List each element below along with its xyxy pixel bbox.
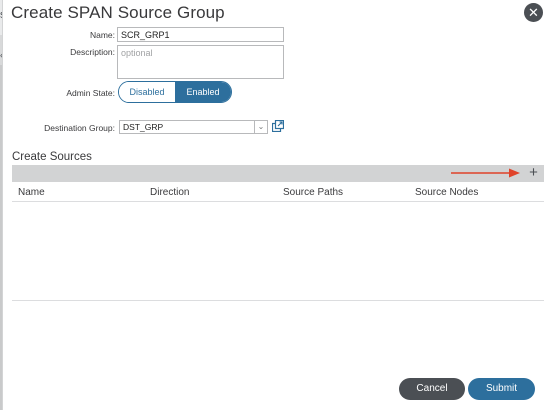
admin-state-toggle: Disabled Enabled [118, 81, 232, 103]
admin-state-enabled-option[interactable]: Enabled [175, 82, 231, 102]
column-header-source-nodes[interactable]: Source Nodes [415, 187, 478, 198]
column-header-source-paths[interactable]: Source Paths [283, 187, 343, 198]
add-source-button[interactable]: + [526, 164, 541, 181]
column-header-direction[interactable]: Direction [150, 187, 189, 198]
close-button[interactable]: ✕ [524, 3, 543, 22]
create-sources-title: Create Sources [12, 151, 92, 163]
destination-group-value: DST_GRP [123, 122, 164, 132]
annotation-arrow [451, 168, 520, 178]
open-external-icon[interactable] [272, 120, 284, 132]
name-label: Name: [89, 30, 115, 40]
admin-state-disabled-option[interactable]: Disabled [119, 82, 175, 102]
plus-icon: + [529, 164, 538, 181]
name-field[interactable]: SCR_GRP1 [117, 27, 284, 42]
description-label: Description: [70, 47, 115, 57]
table-bottom-divider [12, 300, 544, 301]
destination-group-select[interactable]: DST_GRP ⌄ [119, 120, 268, 134]
cancel-button[interactable]: Cancel [399, 378, 465, 400]
description-field[interactable]: optional [117, 45, 284, 79]
description-placeholder: optional [121, 48, 153, 58]
chevron-down-icon[interactable]: ⌄ [254, 121, 267, 133]
close-icon: ✕ [528, 5, 539, 20]
destination-group-label: Destination Group: [44, 123, 115, 133]
column-header-name[interactable]: Name [18, 187, 45, 198]
dialog-title: Create SPAN Source Group [11, 3, 225, 22]
name-value: SCR_GRP1 [121, 30, 170, 40]
create-span-source-group-dialog: Create SPAN Source Group ✕ Name: SCR_GRP… [2, 0, 550, 410]
submit-button[interactable]: Submit [468, 378, 535, 400]
admin-state-label: Admin State: [66, 88, 115, 98]
table-header-divider [12, 201, 544, 202]
